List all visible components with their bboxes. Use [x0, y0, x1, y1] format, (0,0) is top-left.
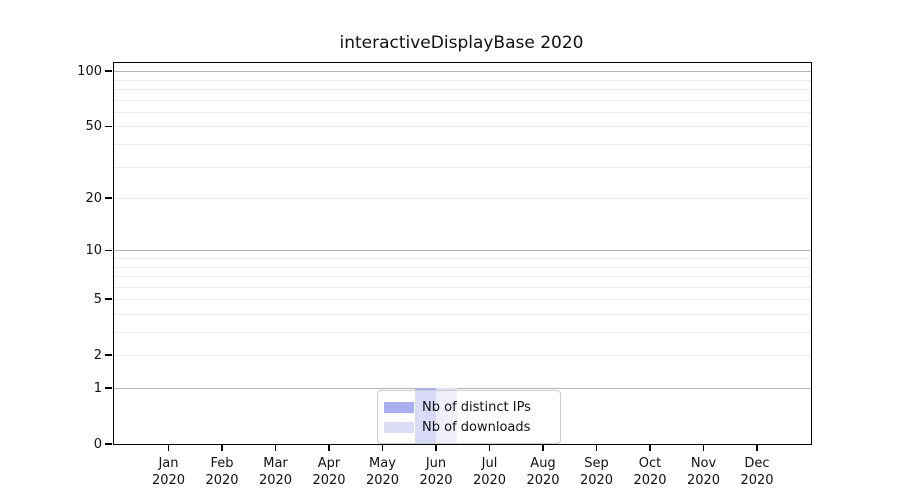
legend-label: Nb of distinct IPs	[422, 399, 531, 415]
minor-gridline	[114, 166, 811, 168]
legend-entry: Nb of downloads	[384, 417, 552, 437]
y-tick-label: 0	[93, 436, 102, 452]
x-tick-mark	[167, 444, 170, 451]
y-tick-mark	[105, 125, 112, 128]
x-tick-mark	[435, 444, 437, 451]
major-gridline	[114, 71, 811, 73]
x-tick-month: Dec	[744, 456, 770, 471]
minor-gridline	[114, 266, 811, 268]
chart-title: interactiveDisplayBase 2020	[339, 33, 584, 53]
legend: Nb of distinct IPs Nb of downloads	[377, 390, 561, 444]
y-tick-mark	[105, 298, 112, 301]
y-tick-mark	[105, 443, 112, 445]
minor-gridline	[114, 111, 811, 113]
y-tick-label: 50	[85, 118, 102, 134]
minor-gridline	[114, 198, 811, 200]
plot-area: 0 1 2 5 10 20 50 100 Jan 2020 Feb 2020 Mar 2020 Apr 202…	[77, 62, 812, 488]
minor-gridline	[114, 332, 811, 334]
y-tick-label: 5	[93, 291, 102, 307]
legend-label: Nb of downloads	[422, 419, 531, 435]
x-tick-mark	[649, 444, 651, 451]
y-tick-mark	[105, 354, 112, 357]
legend-swatch	[384, 401, 414, 413]
x-tick-mark	[381, 444, 384, 451]
y-tick-mark	[105, 387, 112, 389]
minor-gridline	[114, 89, 811, 91]
minor-gridline	[114, 286, 811, 288]
y-tick-mark	[105, 70, 112, 72]
minor-gridline	[114, 299, 811, 301]
y-tick-label: 10	[85, 242, 102, 258]
x-tick-mark	[542, 444, 544, 451]
y-tick-label: 100	[77, 63, 102, 79]
minor-gridline	[114, 79, 811, 81]
minor-gridline	[114, 99, 811, 101]
x-tick-mark	[595, 444, 598, 451]
y-tick-label: 20	[85, 190, 102, 206]
major-gridline	[114, 388, 811, 389]
x-tick-label: Dec 2020	[725, 455, 789, 489]
y-tick-mark	[105, 249, 112, 252]
minor-gridline	[114, 355, 811, 357]
minor-gridline	[114, 126, 811, 128]
legend-swatch	[384, 421, 414, 433]
major-gridline	[114, 250, 811, 252]
x-tick-mark	[702, 444, 705, 451]
minor-gridline	[114, 276, 811, 278]
minor-gridline	[114, 313, 811, 315]
x-tick-mark	[328, 444, 330, 451]
minor-gridline	[114, 144, 811, 146]
y-tick-mark	[105, 197, 112, 199]
y-tick-label: 1	[93, 380, 102, 396]
x-tick-mark	[274, 444, 277, 451]
x-tick-mark	[488, 444, 491, 451]
x-tick-year: 2020	[740, 473, 774, 488]
download-stats-figure: interactiveDisplayBase 2020 0 1 2 5 10 20 50 10…	[0, 0, 900, 500]
y-tick-label: 2	[93, 347, 102, 363]
minor-gridline	[114, 258, 811, 259]
legend-entry: Nb of distinct IPs	[384, 397, 552, 417]
x-tick-mark	[756, 444, 758, 451]
x-tick-mark	[221, 444, 223, 451]
